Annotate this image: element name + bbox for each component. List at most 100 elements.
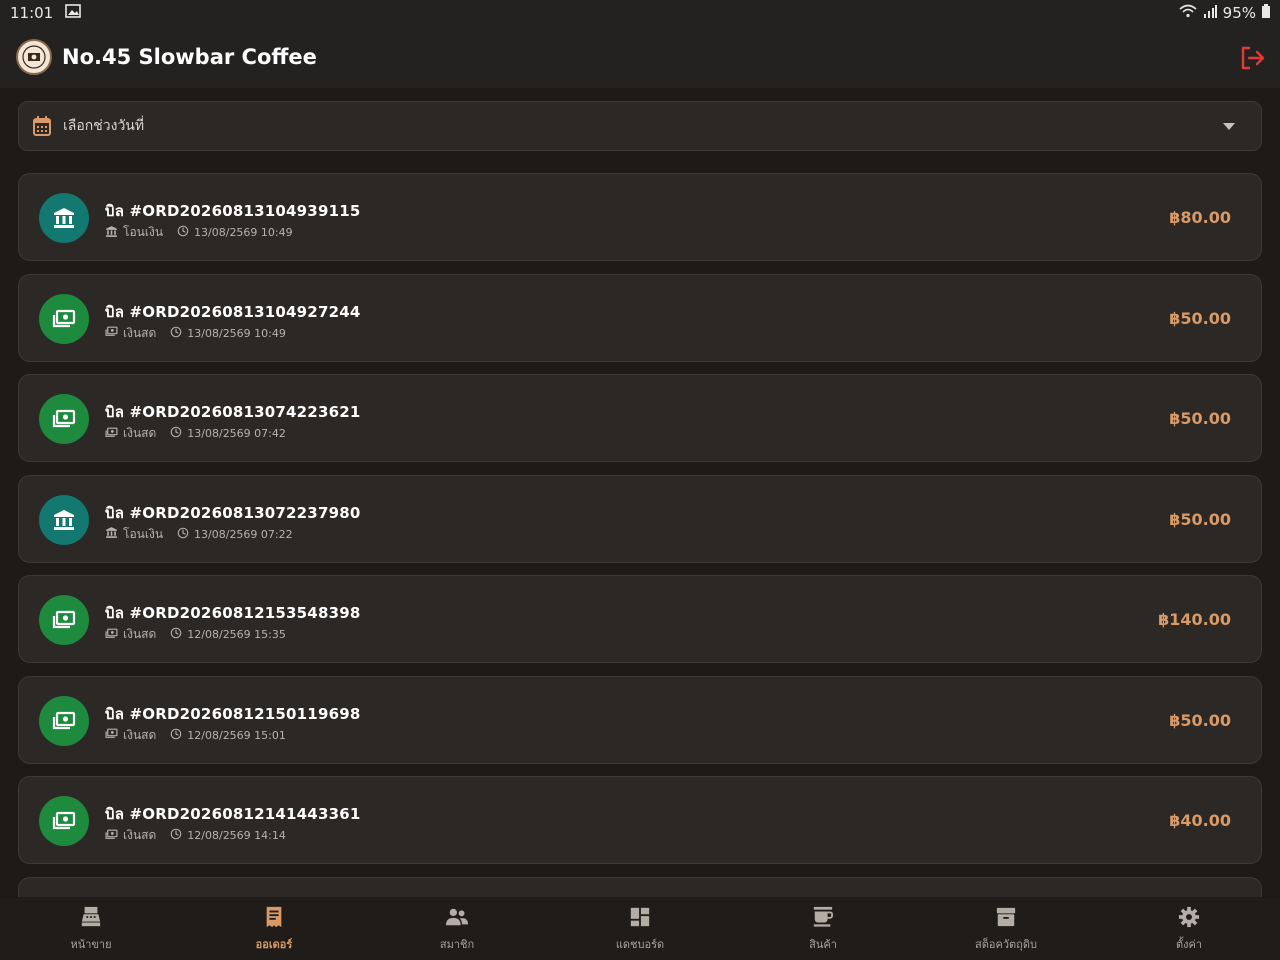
order-card[interactable]: บิล #ORD20260813072237980 โอนเงิน 13/08/…: [18, 474, 1262, 563]
cash-register-icon: [80, 906, 102, 932]
order-meta: เงินสด 13/08/2569 07:42: [105, 424, 286, 443]
payment-method-label: โอนเงิน: [123, 225, 164, 239]
order-list: บิล #ORD20260813104939115 โอนเงิน 13/08/…: [18, 173, 1262, 909]
bank-icon: [105, 526, 118, 542]
order-time: 12/08/2569 14:14: [170, 828, 286, 843]
order-amount: ฿140.00: [1158, 610, 1231, 629]
inventory-icon: [995, 906, 1017, 932]
cash-icon: [39, 796, 89, 846]
logout-icon: [1241, 46, 1265, 70]
clock-icon: [170, 627, 182, 642]
status-bar: 11:01 95%: [0, 0, 1280, 26]
cash-icon: [39, 293, 89, 344]
coffee-icon: [812, 906, 834, 932]
order-title: บิล #ORD20260813072237980: [105, 503, 361, 522]
app-title: No.45 Slowbar Coffee: [62, 45, 317, 69]
order-card[interactable]: บิล #ORD20260812141443361 เงินสด 12/08/2…: [18, 776, 1262, 864]
order-time: 13/08/2569 10:49: [170, 326, 286, 341]
order-timestamp: 13/08/2569 07:22: [194, 527, 293, 541]
nav-label: สต็อควัตถุดิบ: [975, 937, 1037, 951]
order-card[interactable]: บิล #ORD20260813074223621 เงินสด 13/08/2…: [18, 374, 1262, 462]
date-range-label: เลือกช่วงวันที่: [63, 118, 145, 134]
nav-item-inventory[interactable]: สต็อควัตถุดิบ: [955, 898, 1057, 960]
clock-icon: [170, 828, 182, 843]
order-card[interactable]: บิล #ORD20260813104927244 เงินสด 13/08/2…: [18, 273, 1262, 362]
shop-logo: [16, 39, 52, 75]
order-timestamp: 13/08/2569 10:49: [187, 326, 286, 340]
battery-level: 95%: [1222, 4, 1256, 22]
bank-icon: [39, 494, 89, 545]
cash-icon: [105, 325, 118, 341]
order-meta: เงินสด 13/08/2569 10:49: [105, 324, 286, 343]
order-card[interactable]: บิล #ORD20260812150119698 เงินสด 12/08/2…: [18, 675, 1262, 764]
order-time: 13/08/2569 10:49: [177, 225, 293, 240]
bottom-navigation: หน้าขาย ออเดอร์ สมาชิก แดชบอร์ด สินค้า ส…: [0, 898, 1280, 960]
payment-method-label: เงินสด: [123, 828, 157, 842]
payment-method: เงินสด: [105, 726, 156, 745]
nav-item-coffee[interactable]: สินค้า: [772, 898, 874, 960]
order-time: 12/08/2569 15:01: [170, 728, 286, 743]
order-amount: ฿50.00: [1169, 308, 1231, 328]
order-title: บิล #ORD20260812141443361: [105, 805, 361, 823]
payment-method: เงินสด: [105, 324, 156, 343]
order-timestamp: 12/08/2569 15:01: [187, 728, 286, 742]
date-range-selector[interactable]: เลือกช่วงวันที่: [18, 101, 1262, 151]
cash-icon: [105, 828, 118, 844]
clock-icon: [170, 426, 182, 441]
order-timestamp: 13/08/2569 07:42: [187, 427, 286, 440]
order-meta: โอนเงิน 13/08/2569 10:49: [105, 223, 293, 242]
order-amount: ฿50.00: [1169, 710, 1231, 730]
receipt-icon: [263, 906, 285, 932]
bank-icon: [105, 225, 118, 241]
bank-icon: [39, 193, 89, 243]
order-card-partial[interactable]: [18, 876, 1262, 897]
app-header: No.45 Slowbar Coffee: [0, 26, 1280, 88]
cash-icon: [39, 394, 89, 444]
order-timestamp: 12/08/2569 14:14: [187, 829, 286, 842]
order-card[interactable]: บิล #ORD20260812153548398 เงินสด 12/08/2…: [18, 575, 1262, 663]
nav-label: สินค้า: [809, 937, 837, 951]
cash-icon: [39, 595, 89, 645]
order-time: 13/08/2569 07:42: [170, 426, 286, 441]
payment-method-label: เงินสด: [123, 627, 157, 641]
payment-method: เงินสด: [105, 424, 156, 443]
payment-method-label: เงินสด: [123, 325, 157, 340]
wifi-icon: [1179, 4, 1197, 22]
order-time: 12/08/2569 15:35: [170, 627, 286, 642]
clock-icon: [177, 225, 189, 240]
gallery-notification-icon: [65, 4, 82, 22]
gear-icon: [1178, 906, 1200, 932]
battery-icon: [1262, 4, 1270, 22]
signal-icon: [1203, 4, 1217, 22]
clock-icon: [170, 326, 182, 341]
order-meta: โอนเงิน 13/08/2569 07:22: [105, 525, 293, 544]
order-title: บิล #ORD20260812153548398: [105, 604, 361, 622]
logout-button[interactable]: [1238, 44, 1266, 72]
order-title: บิล #ORD20260813104927244: [105, 302, 361, 321]
payment-method-label: เงินสด: [123, 426, 157, 440]
order-timestamp: 12/08/2569 15:35: [187, 628, 286, 641]
nav-label: สมาชิก: [439, 937, 475, 951]
order-meta: เงินสด 12/08/2569 15:01: [105, 726, 286, 745]
nav-item-gear[interactable]: ตั้งค่า: [1138, 898, 1240, 960]
cash-icon: [105, 426, 118, 442]
order-meta: เงินสด 12/08/2569 14:14: [105, 826, 286, 845]
payment-method-label: เงินสด: [123, 727, 157, 742]
nav-item-dashboard[interactable]: แดชบอร์ด: [589, 898, 691, 960]
cash-icon: [39, 695, 89, 746]
nav-item-people[interactable]: สมาชิก: [406, 898, 508, 960]
dashboard-icon: [629, 906, 651, 932]
order-amount: ฿50.00: [1169, 409, 1231, 428]
order-meta: เงินสด 12/08/2569 15:35: [105, 625, 286, 644]
nav-item-receipt[interactable]: ออเดอร์: [223, 898, 325, 960]
cash-icon: [105, 627, 118, 643]
calendar-icon: [33, 116, 51, 136]
nav-item-cash-register[interactable]: หน้าขาย: [40, 898, 142, 960]
payment-method: โอนเงิน: [105, 223, 163, 242]
clock-icon: [177, 527, 189, 542]
order-card[interactable]: บิล #ORD20260813104939115 โอนเงิน 13/08/…: [18, 173, 1262, 261]
payment-method: โอนเงิน: [105, 525, 163, 544]
order-title: บิล #ORD20260812150119698: [105, 704, 361, 723]
nav-label: หน้าขาย: [70, 937, 112, 951]
order-amount: ฿80.00: [1169, 208, 1231, 227]
